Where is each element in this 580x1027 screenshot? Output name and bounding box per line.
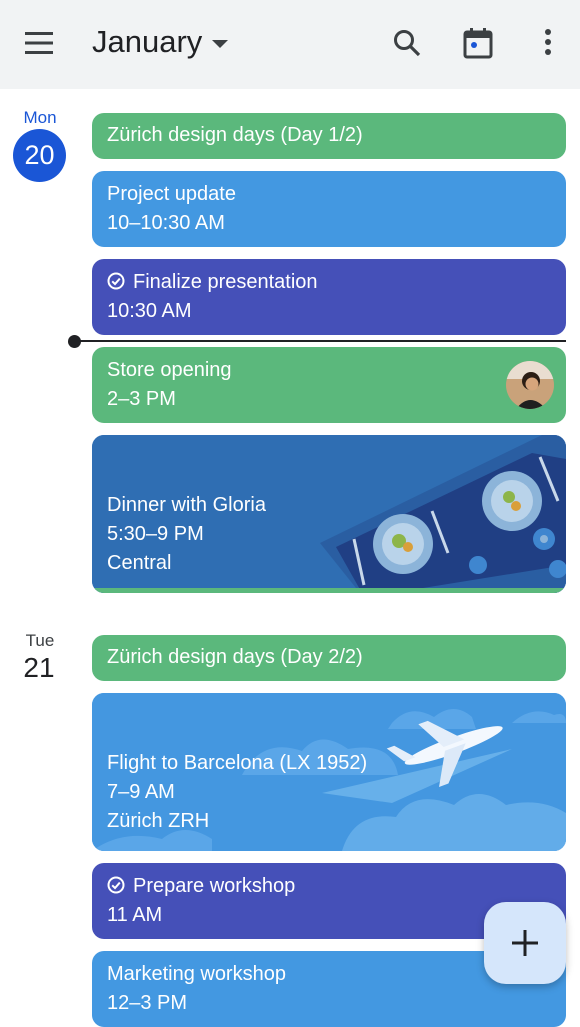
task-check-icon: [107, 876, 125, 894]
event-title: Dinner with Gloria: [107, 494, 266, 516]
event-marketing-workshop[interactable]: Marketing workshop 12–3 PM: [92, 951, 566, 1027]
date-number[interactable]: 21: [11, 652, 67, 684]
event-title: Marketing workshop: [107, 963, 286, 985]
event-time: 7–9 AM: [107, 781, 175, 803]
event-title: Flight to Barcelona (LX 1952): [107, 752, 368, 774]
event-time: 2–3 PM: [107, 388, 176, 410]
event-location: Zürich ZRH: [107, 810, 210, 832]
day-of-week: Tue: [25, 631, 55, 650]
day-of-week: Mon: [23, 108, 57, 127]
event-flight-to-barcelona[interactable]: Flight to Barcelona (LX 1952) 7–9 AM Zür…: [92, 693, 566, 851]
avatar: [506, 361, 554, 409]
event-zurich-design-days-2[interactable]: Zürich design days (Day 2/2): [92, 635, 566, 681]
event-title: Finalize presentation: [133, 271, 318, 293]
event-time: 5:30–9 PM: [107, 523, 204, 545]
calendar-today-icon[interactable]: [461, 26, 495, 60]
current-time-dot: [68, 335, 81, 348]
event-time: 10:30 AM: [107, 300, 192, 322]
month-selector[interactable]: January: [92, 22, 229, 62]
task-check-icon: [107, 272, 125, 290]
chevron-down-icon: [212, 40, 229, 48]
event-time: 11 AM: [107, 904, 163, 926]
event-title: Zürich design days (Day 2/2): [107, 646, 363, 668]
event-dinner-with-gloria[interactable]: Dinner with Gloria 5:30–9 PM Central: [92, 435, 566, 593]
event-prepare-workshop[interactable]: Prepare workshop 11 AM: [92, 863, 566, 939]
month-title: January: [92, 24, 203, 59]
event-zurich-design-days-1[interactable]: Zürich design days (Day 1/2): [92, 113, 566, 159]
event-title: Store opening: [107, 359, 232, 381]
more-vert-icon[interactable]: [540, 27, 556, 59]
date-today[interactable]: 20: [13, 129, 66, 182]
event-title: Project update: [107, 183, 236, 205]
event-project-update[interactable]: Project update 10–10:30 AM: [92, 171, 566, 247]
event-title: Prepare workshop: [133, 875, 296, 897]
event-title: Zürich design days (Day 1/2): [107, 124, 363, 146]
search-icon[interactable]: [391, 27, 423, 59]
event-time: 10–10:30 AM: [107, 212, 225, 234]
event-store-opening[interactable]: Store opening 2–3 PM: [92, 347, 566, 423]
current-time-line: [75, 340, 566, 342]
menu-icon[interactable]: [25, 32, 53, 54]
event-finalize-presentation[interactable]: Finalize presentation 10:30 AM: [92, 259, 566, 335]
event-location: Central: [107, 552, 172, 574]
top-app-bar: January: [0, 0, 580, 89]
plus-icon: [512, 930, 538, 956]
